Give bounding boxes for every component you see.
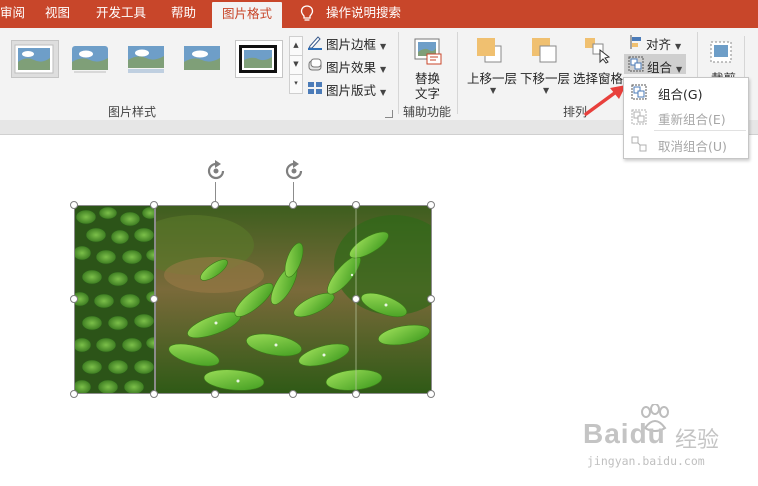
- group-objects-icon: [631, 84, 647, 100]
- group-dropdown-menu: 组合(G) 重新组合(E) 取消组合(U): [623, 77, 749, 159]
- resize-handle[interactable]: [352, 295, 360, 303]
- baidu-watermark: Baidu 经验 jingyan.baidu.com: [583, 404, 753, 474]
- resize-handle[interactable]: [289, 201, 297, 209]
- selection-frame-main: [154, 205, 432, 394]
- ribbon-tab-bar: 审阅 视图 开发工具 帮助 图片格式 操作说明搜索: [0, 0, 758, 28]
- picture-effects-button[interactable]: 图片效果 ▼: [326, 57, 386, 76]
- watermark-cn: 经验: [675, 428, 720, 453]
- picture-border-icon: [308, 36, 322, 50]
- menu-item-group[interactable]: 组合(G): [624, 80, 748, 104]
- send-backward-icon: [532, 38, 557, 63]
- group-objects-icon: [628, 56, 644, 72]
- resize-handle[interactable]: [150, 390, 158, 398]
- resize-handle[interactable]: [150, 201, 158, 209]
- tab-developer[interactable]: 开发工具: [96, 0, 146, 28]
- picture-border-label: 图片边框: [326, 37, 377, 52]
- resize-handle[interactable]: [289, 390, 297, 398]
- chevron-down-icon: ▼: [380, 42, 387, 51]
- ungroup-icon: [631, 136, 647, 152]
- group-button[interactable]: 组合 ▼: [647, 57, 682, 76]
- group-label: 组合: [647, 60, 673, 75]
- picture-style-thumb-2[interactable]: [70, 44, 110, 74]
- group-separator: [398, 32, 399, 114]
- picture-layout-icon: [308, 82, 322, 94]
- group-label-accessibility: 辅助功能: [403, 105, 452, 119]
- chevron-down-icon: ▼: [676, 65, 683, 74]
- resize-handle[interactable]: [427, 390, 435, 398]
- align-icon: [630, 35, 641, 49]
- menu-separator: [654, 130, 746, 131]
- watermark-brand: Baidu: [583, 418, 666, 449]
- picture-style-thumb-5[interactable]: [238, 44, 278, 74]
- align-label: 对齐: [646, 37, 672, 52]
- lightbulb-icon[interactable]: [300, 5, 314, 23]
- picture-styles-launcher-icon[interactable]: [385, 110, 393, 118]
- menu-item-regroup[interactable]: 重新组合(E): [624, 105, 748, 129]
- picture-style-thumb-3[interactable]: [126, 44, 166, 74]
- bring-forward-icon: [477, 38, 502, 63]
- chevron-down-icon: ▼: [380, 65, 387, 74]
- menu-item-ungroup[interactable]: 取消组合(U): [624, 132, 748, 156]
- picture-layout-label: 图片版式: [326, 83, 377, 98]
- alt-text-icon: [414, 38, 442, 65]
- selection-frame-left: [74, 205, 156, 394]
- chevron-down-icon: ▼: [675, 42, 682, 51]
- picture-style-thumb-1[interactable]: [14, 44, 54, 74]
- group-label-picture-styles: 图片样式: [108, 105, 157, 119]
- resize-handle[interactable]: [211, 201, 219, 209]
- crop-icon: [710, 41, 732, 63]
- resize-handle[interactable]: [70, 201, 78, 209]
- resize-handle[interactable]: [427, 295, 435, 303]
- alt-text-label-2[interactable]: 文字: [415, 83, 440, 102]
- menu-item-ungroup-label: 取消组合(U): [658, 139, 727, 154]
- send-backward-button[interactable]: 下移一层: [520, 68, 570, 87]
- picture-effects-label: 图片效果: [326, 60, 377, 75]
- selection-pane-icon: [585, 38, 611, 64]
- rotate-handle-icon[interactable]: [283, 160, 305, 182]
- picture-style-thumb-4[interactable]: [182, 44, 222, 74]
- resize-handle[interactable]: [70, 295, 78, 303]
- chevron-down-icon: ▼: [380, 88, 387, 97]
- resize-handle[interactable]: [70, 390, 78, 398]
- menu-item-group-label: 组合(G): [658, 87, 703, 102]
- regroup-icon: [631, 109, 647, 125]
- chevron-down-icon[interactable]: ▼: [543, 86, 549, 95]
- resize-handle[interactable]: [352, 390, 360, 398]
- chevron-down-icon[interactable]: ▼: [490, 86, 496, 95]
- picture-effects-icon: [308, 58, 322, 71]
- group-separator: [457, 32, 458, 114]
- tab-view[interactable]: 视图: [45, 0, 70, 28]
- tab-help[interactable]: 帮助: [171, 0, 196, 28]
- picture-border-button[interactable]: 图片边框 ▼: [326, 34, 386, 53]
- picture-layout-button[interactable]: 图片版式 ▼: [326, 80, 386, 99]
- gallery-scroll-down[interactable]: ▼: [289, 55, 303, 75]
- gallery-scroll-up[interactable]: ▲: [289, 36, 303, 56]
- menu-item-regroup-label: 重新组合(E): [658, 112, 726, 127]
- resize-handle[interactable]: [352, 201, 360, 209]
- resize-handle[interactable]: [427, 201, 435, 209]
- resize-handle[interactable]: [150, 295, 158, 303]
- tab-picture-format[interactable]: 图片格式: [212, 2, 283, 28]
- tab-review[interactable]: 审阅: [0, 0, 25, 28]
- resize-handle[interactable]: [211, 390, 219, 398]
- gallery-more[interactable]: ▾: [289, 74, 303, 94]
- align-button[interactable]: 对齐 ▼: [646, 34, 681, 53]
- watermark-url: jingyan.baidu.com: [587, 454, 705, 468]
- bring-forward-button[interactable]: 上移一层: [467, 68, 517, 87]
- rotate-handle-icon[interactable]: [205, 160, 227, 182]
- search-label[interactable]: 操作说明搜索: [326, 0, 401, 28]
